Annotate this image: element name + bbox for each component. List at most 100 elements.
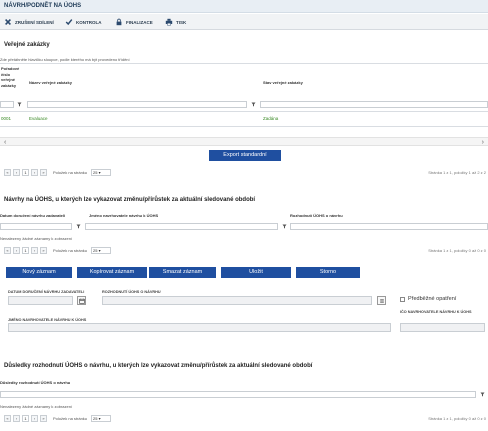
decision-lookup-button[interactable] bbox=[377, 296, 386, 305]
page-size-value: 25 bbox=[93, 170, 98, 175]
list-icon bbox=[379, 299, 384, 302]
scroll-left-icon[interactable]: ‹ bbox=[4, 138, 6, 147]
next-page-icon[interactable]: › bbox=[31, 169, 38, 176]
section-proposals-title: Návrhy na ÚOHS, u kterých lze vykazovat … bbox=[4, 197, 256, 203]
divider bbox=[0, 111, 488, 112]
close-icon bbox=[5, 19, 11, 25]
preliminary-measure-label: Předběžné opatření bbox=[408, 296, 457, 302]
first-page-icon[interactable]: « bbox=[4, 169, 11, 176]
col-header-contract-no[interactable]: Pořadové číslo veřejné zakázky bbox=[1, 66, 23, 88]
delivery-date-field[interactable] bbox=[8, 296, 73, 305]
checkmark-icon bbox=[65, 19, 73, 26]
empty-records-text: Nenalezeny žádné záznamy k zobrazení bbox=[0, 236, 73, 241]
filter-button[interactable] bbox=[280, 223, 288, 230]
current-page[interactable]: 1 bbox=[22, 415, 29, 422]
page-size-select[interactable]: 25 ▾ bbox=[91, 169, 112, 176]
filter-input-proposer-name[interactable] bbox=[85, 223, 278, 230]
pager: « ‹ 1 › » Položek na stránku 25 ▾ bbox=[4, 245, 112, 256]
prev-page-icon[interactable]: ‹ bbox=[13, 247, 20, 254]
filter-input-decision[interactable] bbox=[290, 223, 488, 230]
save-button[interactable]: Uložit bbox=[221, 267, 291, 278]
horizontal-scrollbar[interactable]: ‹ › bbox=[0, 137, 488, 146]
first-page-icon[interactable]: « bbox=[4, 247, 11, 254]
section-public-contracts-title: Veřejné zakázky bbox=[4, 42, 50, 48]
new-record-button[interactable]: Nový záznam bbox=[6, 267, 72, 278]
group-by-hint: Zde přetáhněte hlavičku sloupce, podle k… bbox=[0, 57, 130, 62]
page-size-label: Položek na stránku bbox=[53, 416, 88, 421]
divider bbox=[0, 126, 488, 127]
page-info: Stránka 1 z 1, položky 1 až 2 z 2 bbox=[428, 170, 486, 175]
current-page[interactable]: 1 bbox=[22, 169, 29, 176]
last-page-icon[interactable]: » bbox=[40, 247, 47, 254]
preliminary-measure-checkbox[interactable] bbox=[400, 297, 405, 302]
page-size-label: Položek na stránku bbox=[53, 170, 88, 175]
page-info: Stránka 1 z 1, položky 0 až 0 z 0 bbox=[428, 248, 486, 253]
finalize-button[interactable]: FINALIZACE bbox=[115, 17, 153, 27]
ico-label: IČO NAVRHOVATELE NÁVRHU K ÚOHS bbox=[400, 310, 472, 314]
pager: « ‹ 1 › » Položek na stránku 25 ▾ bbox=[4, 413, 112, 424]
calendar-button[interactable] bbox=[77, 296, 86, 305]
filter-button[interactable] bbox=[249, 101, 257, 108]
proposer-name-field[interactable] bbox=[8, 323, 391, 332]
filter-button[interactable] bbox=[74, 223, 82, 230]
current-page[interactable]: 1 bbox=[22, 247, 29, 254]
page-size-value: 25 bbox=[93, 248, 98, 253]
page-header: NÁVRH/PODNĚT NA ÚOHS bbox=[0, 0, 488, 13]
divider bbox=[0, 63, 488, 64]
ico-field[interactable] bbox=[400, 323, 485, 332]
printer-icon bbox=[165, 18, 173, 26]
page-size-label: Položek na stránku bbox=[53, 248, 88, 253]
clear-sharing-label: ZRUŠENÍ SDÍLENÍ bbox=[15, 19, 54, 25]
filter-icon bbox=[76, 224, 80, 229]
print-button[interactable]: TISK bbox=[165, 17, 186, 27]
clear-sharing-button[interactable]: ZRUŠENÍ SDÍLENÍ bbox=[4, 17, 54, 27]
col-header-proposer-name[interactable]: Jméno navrhovatele návrhu k ÚOHS bbox=[89, 213, 158, 218]
proposer-name-label: JMÉNO NAVRHOVATELE NÁVRHU K ÚOHS bbox=[8, 318, 87, 322]
page-info: Stránka 1 z 1, položky 0 až 0 z 0 bbox=[428, 416, 486, 421]
first-page-icon[interactable]: « bbox=[4, 415, 11, 422]
col-header-consequences[interactable]: Důsledky rozhodnutí ÚOHS o návrhu bbox=[0, 380, 70, 385]
export-standard-button[interactable]: Export standardní bbox=[209, 150, 281, 161]
filter-input-consequences[interactable] bbox=[0, 391, 476, 398]
section-consequences-title: Důsledky rozhodnutí ÚOHS o návrhu, u kte… bbox=[4, 363, 313, 369]
last-page-icon[interactable]: » bbox=[40, 169, 47, 176]
next-page-icon[interactable]: › bbox=[31, 415, 38, 422]
decision-label: ROZHODNUTÍ ÚOHS O NÁVRHU bbox=[102, 290, 161, 294]
check-button[interactable]: KONTROLA bbox=[65, 17, 102, 27]
calendar-icon bbox=[78, 298, 85, 304]
page-size-select[interactable]: 25 ▾ bbox=[91, 247, 112, 254]
page-size-value: 25 bbox=[93, 416, 98, 421]
filter-icon bbox=[480, 392, 484, 397]
copy-record-button[interactable]: Kopírovat záznam bbox=[77, 267, 147, 278]
empty-records-text: Nenalezeny žádné záznamy k zobrazení bbox=[0, 404, 73, 409]
filter-input-contract-no[interactable] bbox=[0, 101, 14, 108]
contract-state-link[interactable]: Zadána bbox=[263, 116, 278, 121]
last-page-icon[interactable]: » bbox=[40, 415, 47, 422]
col-header-contract-name[interactable]: Název veřejné zakázky bbox=[29, 80, 72, 85]
toolbar: ZRUŠENÍ SDÍLENÍ KONTROLA FINALIZACE TISK bbox=[0, 14, 488, 30]
filter-input-delivery-date[interactable] bbox=[0, 223, 72, 230]
filter-icon bbox=[282, 224, 286, 229]
contract-no-link[interactable]: 0001 bbox=[1, 116, 11, 121]
pager: « ‹ 1 › » Položek na stránku 25 ▾ bbox=[4, 167, 112, 178]
contract-name-link[interactable]: Evaluace bbox=[29, 116, 48, 121]
page-size-select[interactable]: 25 ▾ bbox=[91, 415, 112, 422]
print-label: TISK bbox=[176, 19, 187, 25]
decision-field[interactable] bbox=[102, 296, 372, 305]
filter-input-contract-state[interactable] bbox=[260, 101, 488, 108]
col-header-contract-state[interactable]: Stav veřejné zakázky bbox=[263, 80, 303, 85]
filter-icon bbox=[17, 102, 21, 107]
check-label: KONTROLA bbox=[76, 19, 102, 25]
filter-button[interactable] bbox=[15, 101, 23, 108]
filter-button[interactable] bbox=[478, 391, 486, 398]
scroll-right-icon[interactable]: › bbox=[482, 138, 484, 147]
col-header-delivery-date[interactable]: Datum doručení návrhu zadavateli bbox=[0, 213, 65, 218]
prev-page-icon[interactable]: ‹ bbox=[13, 169, 20, 176]
prev-page-icon[interactable]: ‹ bbox=[13, 415, 20, 422]
page-title: NÁVRH/PODNĚT NA ÚOHS bbox=[4, 3, 82, 9]
cancel-button[interactable]: Storno bbox=[296, 267, 360, 278]
filter-input-contract-name[interactable] bbox=[27, 101, 247, 108]
delete-record-button[interactable]: Smazat záznam bbox=[149, 267, 216, 278]
next-page-icon[interactable]: › bbox=[31, 247, 38, 254]
col-header-decision[interactable]: Rozhodnutí ÚOHS o návrhu bbox=[290, 213, 343, 218]
